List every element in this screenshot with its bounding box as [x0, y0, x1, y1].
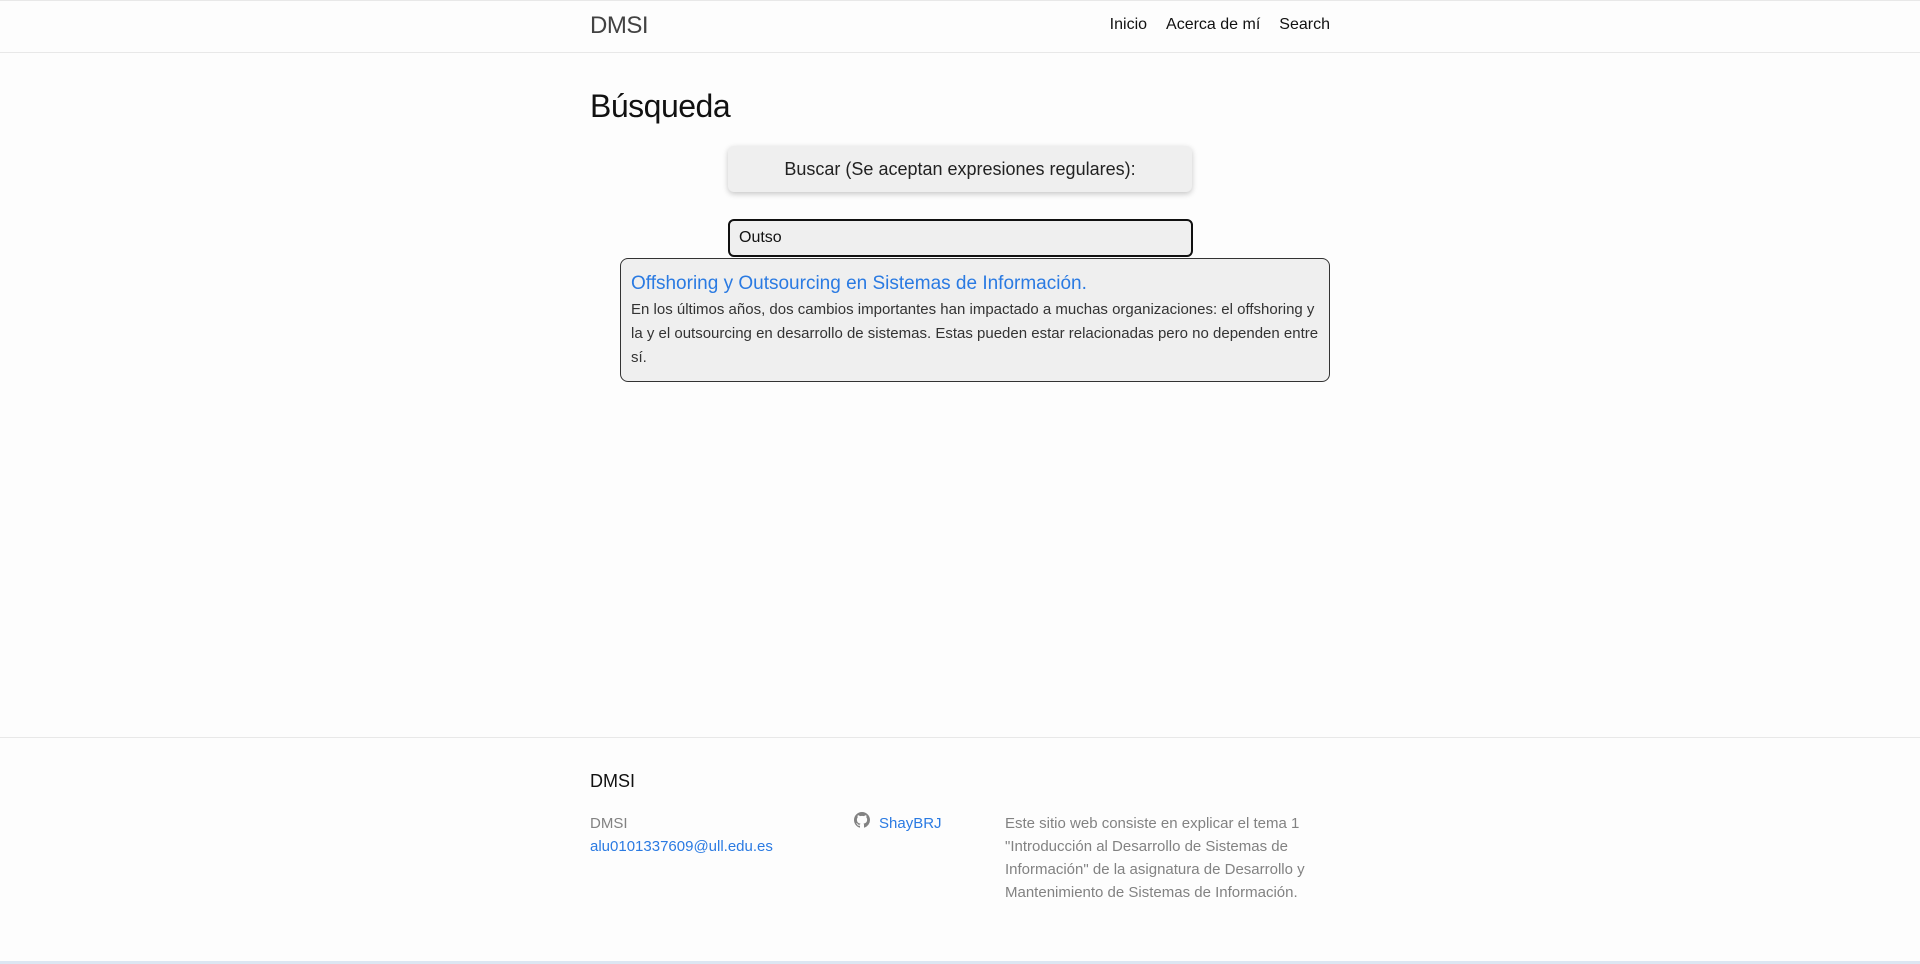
footer-email-link[interactable]: alu0101337609@ull.edu.es	[590, 835, 773, 858]
nav-link-inicio[interactable]: Inicio	[1110, 16, 1147, 34]
footer-heading: DMSI	[590, 771, 635, 791]
site-title-link[interactable]: DMSI	[590, 12, 649, 40]
footer-contact: DMSI alu0101337609@ull.edu.es	[590, 812, 773, 858]
site-footer: DMSI DMSI alu0101337609@ull.edu.es ShayB…	[0, 737, 1920, 964]
footer-description: Este sitio web consiste en explicar el t…	[1005, 815, 1305, 901]
search-input[interactable]	[728, 219, 1193, 257]
search-result-excerpt: En los últimos años, dos cambios importa…	[631, 301, 1319, 366]
search-result-item: Offshoring y Outsourcing en Sistemas de …	[631, 272, 1319, 370]
search-results-list: Offshoring y Outsourcing en Sistemas de …	[620, 258, 1330, 382]
footer-name: DMSI	[590, 815, 628, 832]
search-result-title-link[interactable]: Offshoring y Outsourcing en Sistemas de …	[631, 272, 1319, 296]
footer-github-username: ShayBRJ	[879, 815, 942, 832]
page-title: Búsqueda	[590, 88, 731, 124]
nav-link-search[interactable]: Search	[1279, 16, 1330, 34]
site-header: DMSI Inicio Acerca de mí Search	[0, 0, 1920, 53]
footer-social: ShayBRJ	[854, 812, 942, 835]
search-label: Buscar (Se aceptan expresiones regulares…	[728, 146, 1192, 192]
footer-github-link[interactable]: ShayBRJ	[854, 812, 942, 835]
site-nav: Inicio Acerca de mí Search	[1110, 16, 1330, 34]
nav-link-acerca[interactable]: Acerca de mí	[1166, 16, 1260, 34]
github-icon	[854, 812, 870, 835]
